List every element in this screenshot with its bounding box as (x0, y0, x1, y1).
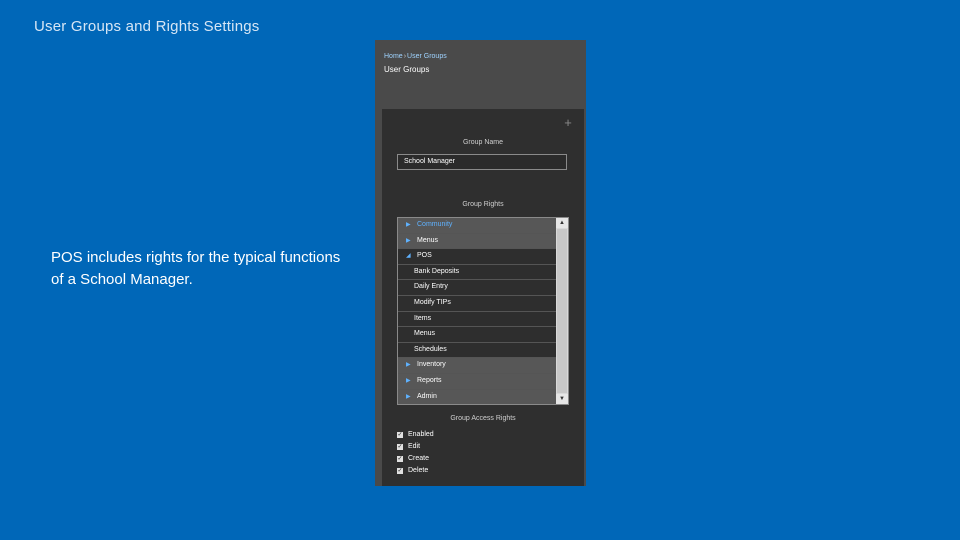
group-access-rights-label: Group Access Rights (450, 415, 516, 422)
rights-tree-item-label: Admin (417, 392, 437, 400)
rights-tree-item-label: Schedules (414, 345, 447, 353)
rights-tree-item-label: POS (417, 252, 432, 260)
access-right-label: Edit (408, 443, 421, 450)
rights-tree-item[interactable]: Items (398, 311, 556, 328)
collapsed-arrow-icon[interactable]: ▶ (406, 390, 411, 404)
collapsed-arrow-icon[interactable]: ▶ (406, 374, 411, 389)
breadcrumb: Home›User Groups (384, 53, 447, 60)
rights-tree-item-label: Modify TIPs (414, 298, 451, 306)
plus-icon[interactable]: + (562, 116, 574, 129)
access-right-label: Create (408, 455, 430, 462)
slide-title: User Groups and Rights Settings (34, 18, 260, 35)
slide-body-text: POS includes rights for the typical func… (51, 249, 341, 288)
rights-tree-item[interactable]: Modify TIPs (398, 295, 556, 312)
access-right-item[interactable]: ✓ Delete (397, 465, 434, 477)
collapsed-arrow-icon[interactable]: ▶ (406, 234, 411, 249)
checkbox[interactable]: ✓ (397, 444, 403, 450)
group-edit-panel: + Group Name School Manager Group Rights… (382, 109, 584, 486)
scroll-down-icon[interactable]: ▼ (556, 394, 568, 404)
access-right-label: Enabled (408, 431, 434, 438)
app-screenshot: Home›User Groups User Groups + Group Nam… (375, 40, 586, 486)
rights-tree-item-label: Menus (414, 330, 436, 338)
page-title: User Groups (384, 65, 430, 74)
access-right-item[interactable]: ✓ Create (397, 453, 434, 465)
checkbox[interactable]: ✓ (397, 432, 403, 438)
checkbox[interactable]: ✓ (397, 468, 403, 474)
rights-tree-item[interactable]: ▶ Reports (398, 373, 556, 390)
access-right-label: Delete (408, 467, 429, 474)
scroll-up-icon[interactable]: ▲ (556, 218, 568, 228)
rights-tree-item[interactable]: Menus (398, 327, 556, 343)
rights-tree-item-label: Bank Deposits (414, 267, 460, 275)
expanded-arrow-icon[interactable]: ◢ (406, 249, 411, 264)
collapsed-arrow-icon[interactable]: ▶ (406, 358, 411, 373)
rights-tree-item[interactable]: ▶ Inventory (398, 358, 556, 374)
breadcrumb-home-link[interactable]: Home (384, 53, 403, 60)
rights-tree-item[interactable]: ◢ POS (398, 249, 556, 265)
rights-tree-item-label: Inventory (417, 361, 446, 369)
rights-tree-item[interactable]: Daily Entry (398, 280, 556, 296)
scrollbar[interactable]: ▲ ▼ (556, 218, 568, 404)
rights-tree-item-label: Items (414, 314, 432, 322)
group-name-label: Group Name (462, 139, 504, 146)
rights-tree-item-label: Community (417, 221, 453, 228)
rights-tree-item[interactable]: ▶ Menus (398, 233, 556, 250)
access-rights-list: ✓ Enabled ✓ Edit ✓ Create ✓ Delete (397, 429, 434, 477)
breadcrumb-separator: › (403, 53, 407, 60)
scrollbar-thumb[interactable] (557, 229, 567, 393)
checkbox[interactable]: ✓ (397, 456, 403, 462)
rights-tree-item-label: Menus (417, 236, 439, 244)
rights-tree-item[interactable]: ▶ Community (398, 218, 556, 234)
rights-tree-item[interactable]: Bank Deposits (398, 264, 556, 281)
group-name-input[interactable]: School Manager (397, 154, 567, 170)
rights-tree-item-label: Reports (417, 376, 442, 384)
breadcrumb-current[interactable]: User Groups (407, 53, 447, 60)
collapsed-arrow-icon[interactable]: ▶ (406, 218, 411, 233)
group-rights-tree[interactable]: ▶ Community ▶ Menus ◢ POS Bank Deposits Daily E… (397, 217, 569, 405)
access-right-item[interactable]: ✓ Edit (397, 441, 434, 453)
group-rights-label: Group Rights (462, 201, 504, 208)
rights-tree-item[interactable]: ▶ Admin (398, 389, 556, 404)
rights-tree-item[interactable]: Schedules (398, 342, 556, 359)
rights-tree-item-label: Daily Entry (414, 283, 448, 291)
access-right-item[interactable]: ✓ Enabled (397, 429, 434, 441)
